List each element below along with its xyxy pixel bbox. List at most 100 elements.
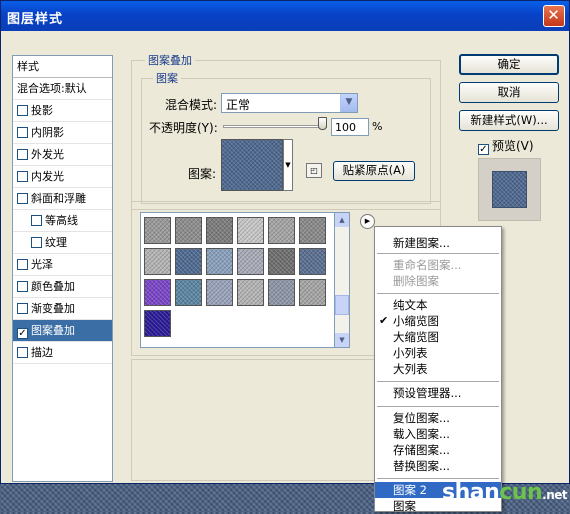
sidebar-item[interactable]: 内阴影: [13, 122, 112, 144]
pattern-context-menu: 新建图案... 重命名图案... 删除图案 纯文本 小缩览图 ✔ 大缩览图 小列表 大列表 预设管…: [374, 226, 502, 513]
style-preview-swatch: [492, 171, 527, 208]
sidebar-item[interactable]: 等高线: [13, 210, 112, 232]
sidebar-item[interactable]: 渐变叠加: [13, 298, 112, 320]
checkbox-icon[interactable]: [17, 105, 28, 116]
sidebar-item-label: 内发光: [31, 170, 64, 183]
pattern-swatch[interactable]: [268, 248, 295, 275]
menu-item[interactable]: 小缩览图: [375, 313, 501, 329]
sidebar-item[interactable]: 斜面和浮雕: [13, 188, 112, 210]
menu-item[interactable]: 小列表: [375, 345, 501, 361]
pattern-swatch[interactable]: [237, 248, 264, 275]
new-preset-icon[interactable]: ◰: [306, 163, 322, 178]
sidebar-item[interactable]: 投影: [13, 100, 112, 122]
pattern-swatch[interactable]: [206, 279, 233, 306]
checkbox-icon[interactable]: ✓: [17, 328, 28, 339]
checkbox-icon[interactable]: [17, 347, 28, 358]
title-bar: 图层样式 ✕: [1, 1, 569, 31]
menu-separator: [377, 406, 499, 407]
pattern-dropdown-arrow-icon[interactable]: ▼: [283, 139, 293, 191]
cancel-button[interactable]: 取消: [459, 82, 559, 103]
pattern-swatch[interactable]: [144, 279, 171, 306]
sidebar-item[interactable]: 纹理: [13, 232, 112, 254]
pattern-swatch[interactable]: [144, 310, 171, 337]
opacity-slider-thumb[interactable]: [318, 117, 327, 130]
sidebar-item-label: 外发光: [31, 148, 64, 161]
pattern-group-title: 图案: [153, 70, 181, 86]
scroll-down-arrow-icon[interactable]: ▼: [335, 333, 349, 347]
menu-item[interactable]: 删除图案: [375, 273, 501, 289]
preview-checkbox-box[interactable]: ✓: [478, 144, 489, 155]
scroll-up-arrow-icon[interactable]: ▲: [335, 213, 349, 227]
pattern-swatch[interactable]: [175, 217, 202, 244]
menu-item[interactable]: 新建图案...: [375, 235, 501, 251]
sidebar-item-label: 纹理: [45, 236, 67, 249]
sidebar-item-label: 光泽: [31, 258, 53, 271]
pattern-swatch[interactable]: [237, 279, 264, 306]
blend-mode-select[interactable]: 正常 ▼: [221, 93, 358, 113]
sidebar-item[interactable]: 光泽: [13, 254, 112, 276]
pattern-swatch[interactable]: [299, 248, 326, 275]
sidebar-item[interactable]: ✓ 图案叠加: [13, 320, 112, 342]
new-style-button[interactable]: 新建样式(W)...: [459, 110, 559, 131]
sidebar-item[interactable]: 描边: [13, 342, 112, 364]
menu-separator: [377, 253, 499, 254]
swatch-scrollbar[interactable]: ▲ ▼: [334, 212, 350, 348]
checkbox-icon[interactable]: [17, 303, 28, 314]
snap-to-origin-button[interactable]: 贴紧原点(A): [333, 161, 415, 181]
pattern-swatch[interactable]: [268, 279, 295, 306]
menu-separator: [377, 478, 499, 479]
opacity-unit: %: [372, 120, 383, 133]
opacity-label: 不透明度(Y):: [149, 121, 218, 135]
close-button[interactable]: ✕: [543, 5, 565, 27]
sidebar-item-label: 投影: [31, 104, 53, 117]
checkbox-icon[interactable]: [17, 193, 28, 204]
sidebar-item[interactable]: 外发光: [13, 144, 112, 166]
pattern-preview-thumbnail[interactable]: [221, 139, 283, 191]
scroll-thumb[interactable]: [335, 295, 349, 315]
menu-item[interactable]: 预设管理器...: [375, 385, 501, 401]
pattern-swatch[interactable]: [268, 217, 295, 244]
menu-item[interactable]: 重命名图案...: [375, 257, 501, 273]
menu-item[interactable]: 大缩览图: [375, 329, 501, 345]
sidebar-item-label: 渐变叠加: [31, 302, 75, 315]
blending-options-item[interactable]: 混合选项:默认: [13, 78, 112, 100]
menu-item[interactable]: 复位图案...: [375, 410, 501, 426]
sidebar-item[interactable]: 颜色叠加: [13, 276, 112, 298]
pattern-swatch[interactable]: [175, 248, 202, 275]
checkbox-icon[interactable]: [31, 215, 42, 226]
pattern-swatch[interactable]: [206, 248, 233, 275]
pattern-swatch[interactable]: [175, 279, 202, 306]
style-preview-box: [478, 158, 541, 221]
checkbox-icon[interactable]: [17, 171, 28, 182]
pattern-swatch[interactable]: [144, 248, 171, 275]
checkbox-icon[interactable]: [31, 237, 42, 248]
flyout-menu-icon[interactable]: ▶: [360, 214, 375, 229]
menu-item[interactable]: 纯文本: [375, 297, 501, 313]
pattern-swatch[interactable]: [299, 279, 326, 306]
styles-header[interactable]: 样式: [13, 56, 112, 78]
sidebar-item-label: 图案叠加: [31, 324, 75, 337]
ok-button[interactable]: 确定: [459, 54, 559, 75]
pattern-label: 图案:: [188, 167, 217, 181]
menu-separator: [377, 293, 499, 294]
preview-checkbox[interactable]: ✓ 预览(V): [478, 137, 534, 155]
pattern-swatch[interactable]: [206, 217, 233, 244]
opacity-slider-track[interactable]: [223, 125, 327, 128]
sidebar-item-label: 斜面和浮雕: [31, 192, 86, 205]
menu-item[interactable]: 存储图案...: [375, 442, 501, 458]
pattern-swatch[interactable]: [299, 217, 326, 244]
pattern-swatch[interactable]: [144, 217, 171, 244]
pattern-swatch[interactable]: [237, 217, 264, 244]
sidebar-item[interactable]: 内发光: [13, 166, 112, 188]
checkbox-icon[interactable]: [17, 149, 28, 160]
checkbox-icon[interactable]: [17, 259, 28, 270]
pattern-overlay-title: 图案叠加: [145, 52, 195, 68]
chevron-down-icon: ▼: [340, 94, 357, 112]
checkbox-icon[interactable]: [17, 281, 28, 292]
menu-item[interactable]: 替换图案...: [375, 458, 501, 474]
menu-item[interactable]: 大列表: [375, 361, 501, 377]
sidebar-item-label: 内阴影: [31, 126, 64, 139]
opacity-input[interactable]: 100: [331, 118, 369, 136]
checkbox-icon[interactable]: [17, 127, 28, 138]
menu-item[interactable]: 载入图案...: [375, 426, 501, 442]
